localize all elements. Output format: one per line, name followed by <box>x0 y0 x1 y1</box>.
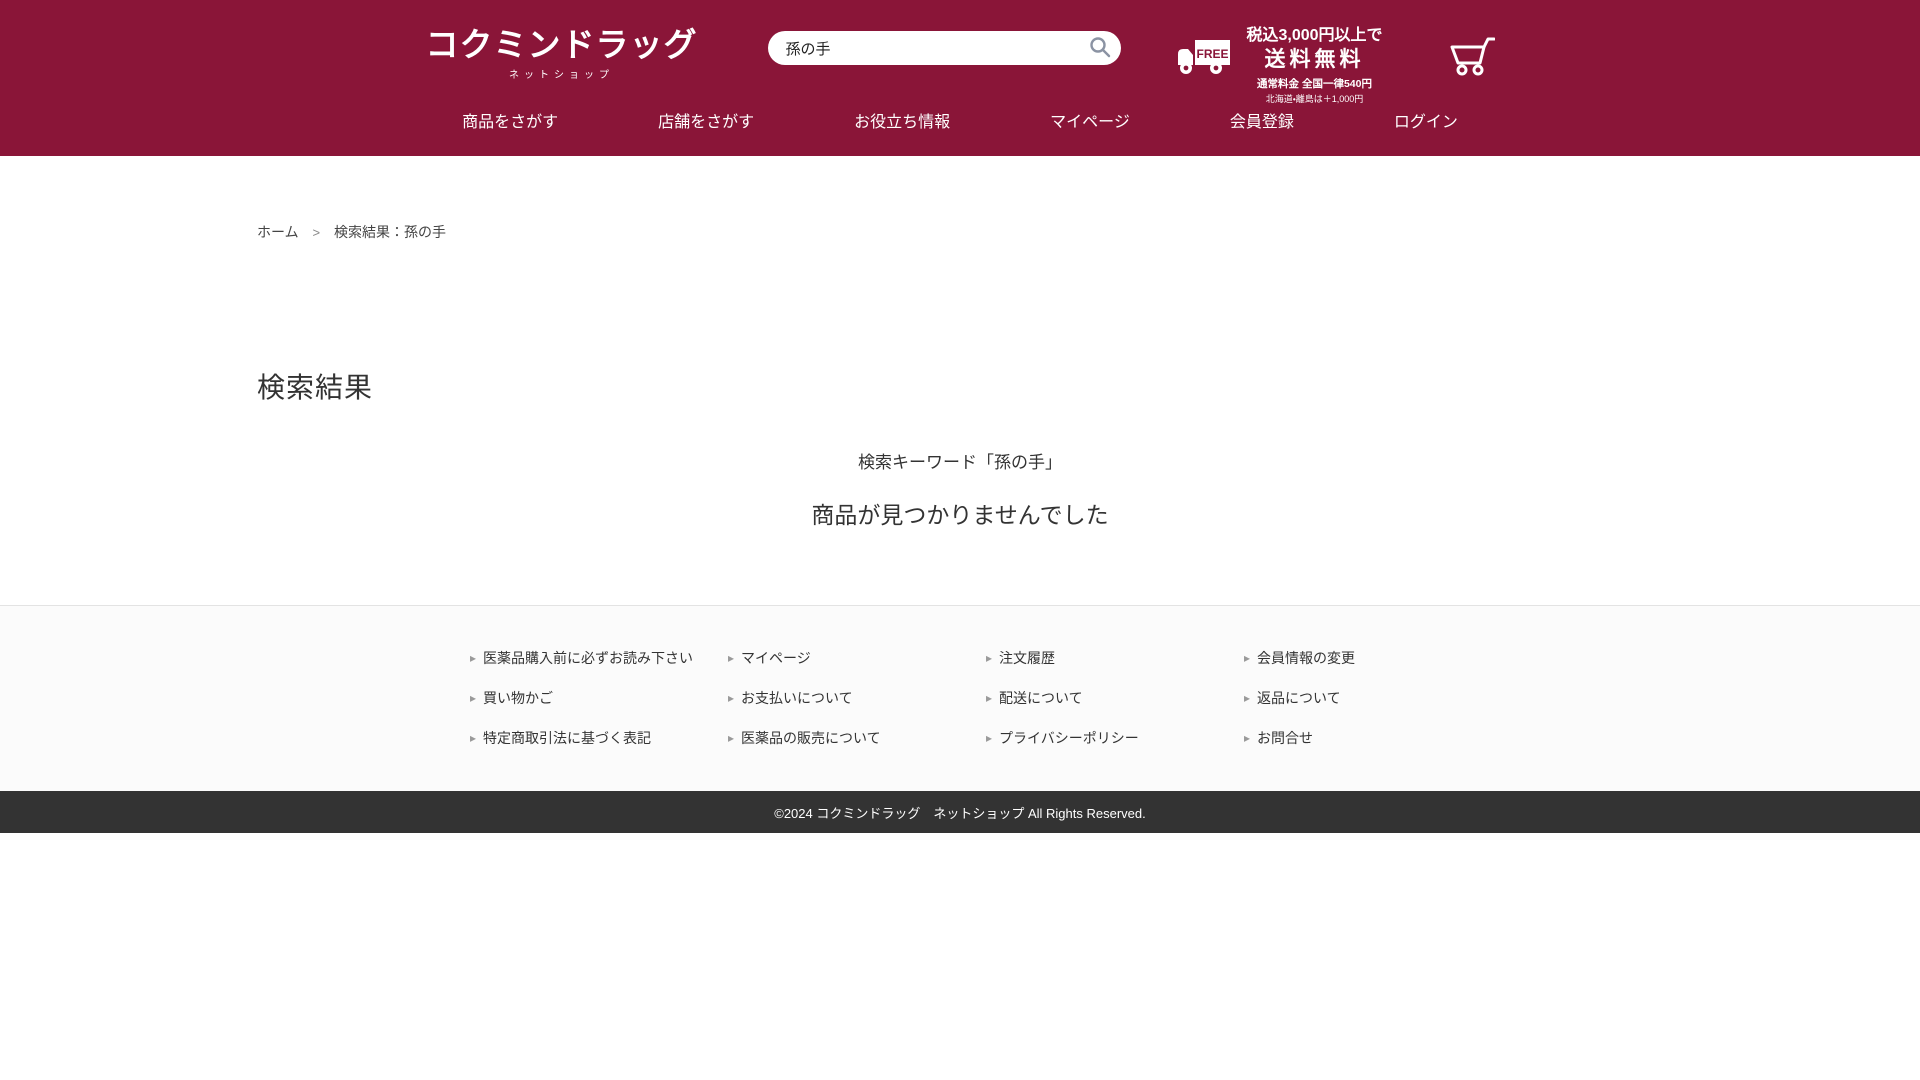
footer-column-3: ▸ 注文履歴 ▸ 配送について ▸ プライバシーポリシー <box>986 648 1244 768</box>
nav-item-tips[interactable]: お役立ち情報 <box>854 108 950 132</box>
list-item: ▸ お支払いについて <box>728 688 986 708</box>
search-input[interactable] <box>768 31 1121 65</box>
arrow-bullet-icon: ▸ <box>986 731 992 745</box>
no-result-message: 商品が見つかりませんでした <box>0 496 1920 530</box>
list-item: ▸ プライバシーポリシー <box>986 728 1244 748</box>
shipping-remote-fee: 北海道・離島は＋1,000円 <box>1240 92 1390 105</box>
footer-link-medicine-notice[interactable]: 医薬品購入前に必ずお読み下さい <box>483 650 693 666</box>
breadcrumb-home-link[interactable]: ホーム <box>257 224 299 240</box>
main-content: ホーム > 検索結果：孫の手 検索結果 検索キーワード「孫の手」 商品が見つかり… <box>0 156 1920 605</box>
site-header: コクミンドラッグ ネットショップ FREE <box>0 0 1920 156</box>
breadcrumb-current: 検索結果：孫の手 <box>334 224 446 240</box>
arrow-bullet-icon: ▸ <box>470 691 476 705</box>
list-item: ▸ 会員情報の変更 <box>1244 648 1502 668</box>
footer-link-privacy-policy[interactable]: プライバシーポリシー <box>999 730 1139 746</box>
arrow-bullet-icon: ▸ <box>986 691 992 705</box>
copyright-text: ©2024 コクミンドラッグ ネットショップ All Rights Reserv… <box>774 803 1146 822</box>
search-button[interactable] <box>1085 34 1115 62</box>
copyright-bar: ©2024 コクミンドラッグ ネットショップ All Rights Reserv… <box>0 791 1920 833</box>
search-keyword-line: 検索キーワード「孫の手」 <box>0 448 1920 473</box>
list-item: ▸ 注文履歴 <box>986 648 1244 668</box>
arrow-bullet-icon: ▸ <box>728 691 734 705</box>
list-item: ▸ お問合せ <box>1244 728 1502 748</box>
arrow-bullet-icon: ▸ <box>986 651 992 665</box>
main-navigation: 商品をさがす 店舗をさがす お役立ち情報 マイページ 会員登録 ログイン <box>0 100 1920 132</box>
shipping-free-label: 送料無料 <box>1240 46 1390 73</box>
arrow-bullet-icon: ▸ <box>728 731 734 745</box>
site-logo-title: コクミンドラッグ <box>426 28 698 61</box>
shipping-threshold: 税込3,000円以上で <box>1240 26 1390 46</box>
footer-link-commerce-law[interactable]: 特定商取引法に基づく表記 <box>483 730 651 746</box>
footer-column-4: ▸ 会員情報の変更 ▸ 返品について ▸ お問合せ <box>1244 648 1502 768</box>
cart-icon <box>1445 66 1495 81</box>
footer-link-cart[interactable]: 買い物かご <box>483 690 553 706</box>
breadcrumb: ホーム > 検索結果：孫の手 <box>257 222 1920 242</box>
header-top: コクミンドラッグ ネットショップ FREE <box>0 0 1920 100</box>
arrow-bullet-icon: ▸ <box>470 731 476 745</box>
nav-item-login[interactable]: ログイン <box>1394 108 1458 132</box>
footer-link-payment[interactable]: お支払いについて <box>741 690 853 706</box>
footer-link-columns: ▸ 医薬品購入前に必ずお読み下さい ▸ 買い物かご ▸ 特定商取引法に基づく表記 ▸ マ… <box>470 648 1920 768</box>
search-form <box>768 31 1121 65</box>
arrow-bullet-icon: ▸ <box>1244 691 1250 705</box>
list-item: ▸ 医薬品の販売について <box>728 728 986 748</box>
free-shipping-truck-icon: FREE <box>1176 38 1232 83</box>
nav-item-products[interactable]: 商品をさがす <box>462 108 558 132</box>
footer-column-2: ▸ マイページ ▸ お支払いについて ▸ 医薬品の販売について <box>728 648 986 768</box>
cart-button[interactable] <box>1445 34 1495 81</box>
footer-link-delivery[interactable]: 配送について <box>999 690 1083 706</box>
list-item: ▸ 医薬品購入前に必ずお読み下さい <box>470 648 728 668</box>
footer-link-medicine-sales[interactable]: 医薬品の販売について <box>741 730 881 746</box>
nav-item-stores[interactable]: 店舗をさがす <box>658 108 754 132</box>
footer-column-1: ▸ 医薬品購入前に必ずお読み下さい ▸ 買い物かご ▸ 特定商取引法に基づく表記 <box>470 648 728 768</box>
free-badge-label: FREE <box>1196 47 1228 61</box>
free-shipping-banner: FREE 税込3,000円以上で 送料無料 通常料金 全国一律540円 北海道・… <box>1176 26 1390 105</box>
list-item: ▸ 配送について <box>986 688 1244 708</box>
free-shipping-text: 税込3,000円以上で 送料無料 通常料金 全国一律540円 北海道・離島は＋1… <box>1240 26 1390 105</box>
arrow-bullet-icon: ▸ <box>1244 731 1250 745</box>
nav-item-mypage[interactable]: マイページ <box>1050 108 1130 132</box>
breadcrumb-separator: > <box>312 225 320 240</box>
footer-link-contact[interactable]: お問合せ <box>1257 730 1313 746</box>
footer-link-order-history[interactable]: 注文履歴 <box>999 650 1055 666</box>
site-logo[interactable]: コクミンドラッグ ネットショップ <box>426 28 698 81</box>
footer-link-returns[interactable]: 返品について <box>1257 690 1341 706</box>
site-logo-subtitle: ネットショップ <box>509 66 614 81</box>
list-item: ▸ 特定商取引法に基づく表記 <box>470 728 728 748</box>
footer-link-mypage[interactable]: マイページ <box>741 650 811 666</box>
footer-link-member-info[interactable]: 会員情報の変更 <box>1257 650 1355 666</box>
list-item: ▸ マイページ <box>728 648 986 668</box>
arrow-bullet-icon: ▸ <box>470 651 476 665</box>
list-item: ▸ 返品について <box>1244 688 1502 708</box>
nav-item-register[interactable]: 会員登録 <box>1230 108 1294 132</box>
page-title: 検索結果 <box>257 366 1920 406</box>
shipping-normal-fee: 通常料金 全国一律540円 <box>1240 76 1390 91</box>
search-result-messages: 検索キーワード「孫の手」 商品が見つかりませんでした <box>0 448 1920 530</box>
list-item: ▸ 買い物かご <box>470 688 728 708</box>
arrow-bullet-icon: ▸ <box>1244 651 1250 665</box>
search-icon <box>1088 47 1112 62</box>
arrow-bullet-icon: ▸ <box>728 651 734 665</box>
site-footer: ▸ 医薬品購入前に必ずお読み下さい ▸ 買い物かご ▸ 特定商取引法に基づく表記 ▸ マ… <box>0 605 1920 791</box>
